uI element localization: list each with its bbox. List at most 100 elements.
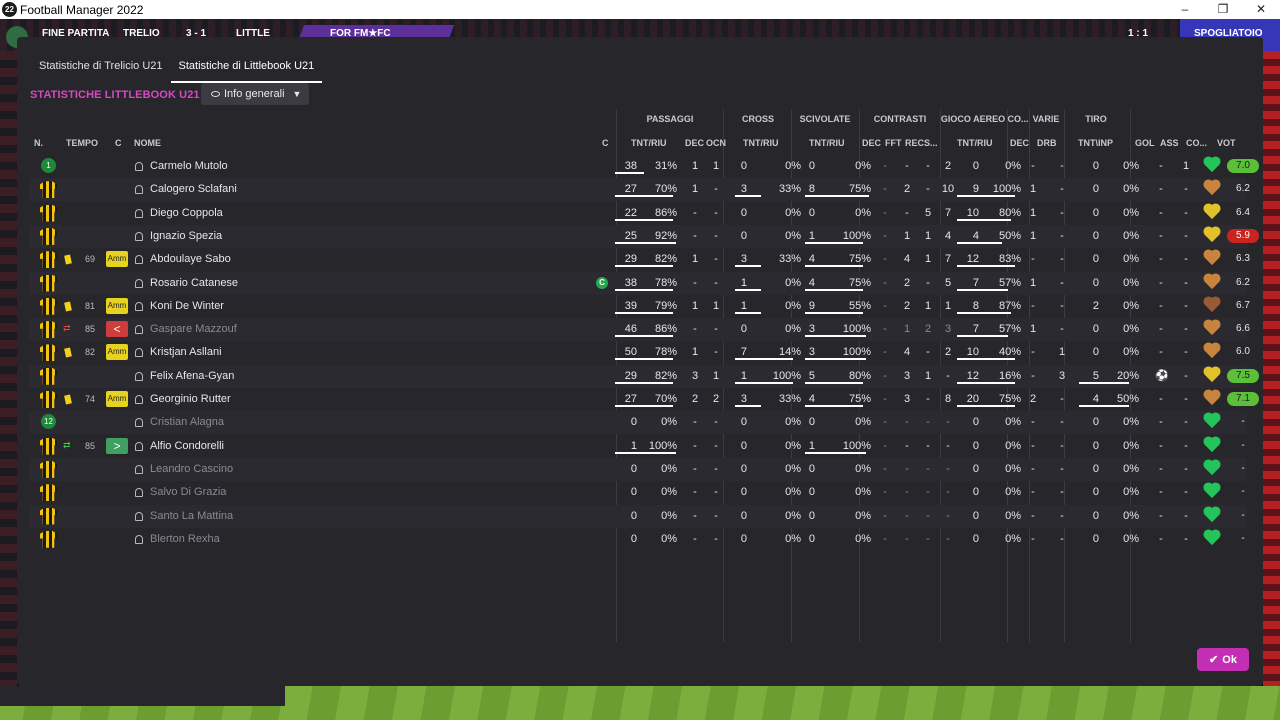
tackles-attempted: 4 (808, 393, 815, 405)
stat-bar (615, 335, 673, 338)
challenges-fouls: 1 (903, 229, 911, 242)
substitution-icon: ⇄ (63, 439, 71, 450)
headers-won-pct: 0% (1005, 416, 1021, 429)
close-window-button[interactable]: ✕ (1242, 0, 1280, 19)
group-header: VARIE (1032, 114, 1060, 124)
passes-decisive: - (693, 276, 697, 289)
table-row[interactable]: ⇄ 85 < Gaspare Mazzouf 46 86% - -0 0% 3 100% -1 2 3 7 5… (29, 318, 1250, 342)
ok-button[interactable]: ✔ Ok (1197, 648, 1249, 671)
goals: - (1159, 253, 1163, 266)
table-row[interactable]: 12 Cristian Alagna 0 0% - -0 0% 0 0% - - - -0 0% - -0 0%… (29, 411, 1247, 435)
column-header-sci-tr: TNT/RIU (809, 138, 845, 148)
player-name: Salvo Di Grazia (150, 486, 227, 499)
table-row[interactable]: 74 Amm Georginio Rutter 27 70% 2 2 3 33% 4 75% -3-8… (29, 388, 1259, 411)
challenges-recoveries: 2 (924, 323, 932, 336)
column-header-co-dec: DEC (1010, 138, 1030, 148)
shots-on-target-pct: 0% (1123, 229, 1139, 242)
stat-bar (735, 405, 761, 407)
crosses-completed-pct: 0% (785, 276, 801, 289)
maximize-button[interactable]: ❐ (1204, 0, 1242, 19)
table-row[interactable]: Diego Coppola 22 86% - -0 0% 0 0% - -5 7 10 80% 1-0 0%… (29, 202, 1250, 225)
table-row[interactable]: 82 Amm Kristjan Asllani 50 78% 1-7 14% 3 100% -4-… (29, 341, 1250, 364)
condition-heart-icon (1204, 507, 1220, 522)
stat-bar (957, 288, 1008, 291)
match-rating: - (1241, 416, 1245, 428)
team-kit-icon (40, 484, 57, 502)
ok-button-label: Ok (1222, 653, 1237, 666)
column-header-n: N. (34, 138, 43, 148)
column-header-con-fft: FFT (885, 138, 902, 148)
assists: - (1184, 462, 1188, 475)
player-profile-icon (135, 325, 143, 335)
stat-bar (735, 195, 761, 198)
match-rating: - (1241, 509, 1245, 521)
dribbles: - (1060, 439, 1064, 452)
table-row[interactable]: ⇄ 85 > Alfio Condorelli 1 100% - -0 0% 1 100% - - - -0… (29, 435, 1247, 458)
shots-attempted: 0 (1092, 462, 1099, 475)
passes-attempted: 25 (624, 229, 637, 242)
challenges-decisive: - (883, 532, 887, 545)
player-name: Cristian Alagna (150, 416, 224, 429)
stat-bar (957, 195, 1015, 198)
stat-bar (805, 405, 863, 407)
goalkeeper-number-badge: 12 (41, 414, 56, 430)
player-profile-icon (135, 208, 143, 218)
background-left (0, 51, 17, 720)
passes-decisive: 1 (691, 346, 699, 359)
stat-bar (957, 241, 1002, 244)
match-rating: 7.1 (1227, 392, 1259, 406)
table-row[interactable]: Felix Afena-Gyan 29 82% 3 1 1 100% 5 80% -3 1-12 16… (29, 364, 1259, 388)
table-row[interactable]: Santo La Mattina 0 0% - -0 0% 0 0% - - - -0 0% - -0 0% -… (29, 504, 1247, 528)
passes-completed-pct: 100% (648, 439, 677, 452)
passes-decisive: 1 (691, 160, 699, 172)
table-row[interactable]: Leandro Cascino 0 0% - -0 0% 0 0% - - - -0 0% - -0 0% - -… (29, 457, 1247, 481)
tackles-won-pct: 0% (855, 416, 871, 429)
headers-attempted: 0 (972, 486, 979, 499)
headers-won-pct: 40% (998, 346, 1021, 359)
condition-heart-icon (1204, 297, 1220, 312)
goals: - (1159, 509, 1163, 522)
shots-on-target-pct: 0% (1123, 532, 1139, 545)
headers-won-pct: 75% (998, 393, 1021, 405)
table-row[interactable]: 69 Amm Abdoulaye Sabo 29 82% 1-3 33% 4 75% -4 1 7 12… (29, 248, 1250, 271)
table-row[interactable]: Rosario Catanese C 38 78% - -1 0% 4 75% -2-5 7 57% 1… (29, 271, 1250, 295)
column-header-nome: NOME (134, 138, 161, 148)
assists: - (1184, 276, 1188, 289)
table-row[interactable]: 1 Carmelo Mutolo 38 31% 1 1 0 0% 0 0% - - -2 0 0% - -0 0%… (29, 155, 1259, 178)
condition-heart-icon (1204, 460, 1220, 475)
assists: - (1184, 486, 1188, 499)
column-header-con-s: S... (924, 138, 938, 148)
tackles-attempted: 8 (808, 183, 815, 196)
crosses-attempted: 3 (740, 183, 747, 196)
minimize-button[interactable]: – (1166, 0, 1204, 19)
passes-completed-pct: 0% (661, 509, 677, 522)
match-rating: 7.0 (1227, 159, 1259, 173)
condition-heart-icon (1204, 227, 1220, 242)
challenges-decisive: - (883, 346, 887, 359)
challenges-fouls: - (905, 532, 909, 545)
player-name: Alfio Condorelli (150, 439, 224, 452)
player-profile-icon (135, 441, 143, 451)
match-rating: - (1241, 486, 1245, 498)
minute-value: 81 (85, 300, 96, 311)
assists: - (1184, 393, 1188, 405)
minute-value: 85 (85, 440, 96, 451)
shots-attempted: 0 (1092, 509, 1099, 522)
challenges-s: 10 (941, 183, 955, 196)
passes-completed-pct: 82% (654, 253, 677, 266)
table-row[interactable]: 81 Amm Koni De Winter 39 79% 1 1 1 0% 9 55% -2 1 1 8 87… (29, 295, 1250, 318)
table-row[interactable]: Blerton Rexha 0 0% - -0 0% 0 0% - - - -0 0% - -0 0% - - - (29, 528, 1247, 551)
shots-attempted: 4 (1092, 393, 1099, 405)
table-row[interactable]: Ignazio Spezia 25 92% - -0 0% 1 100% -1 1 4 4 50% 1-0… (29, 224, 1259, 248)
challenges-recoveries: 1 (924, 369, 932, 382)
table-row[interactable]: Calogero Sclafani 27 70% 1-3 33% 8 75% -2-10 9 10… (29, 178, 1250, 202)
column-header-con-rec: REC (905, 138, 925, 148)
co-decisive: - (1031, 346, 1035, 359)
challenges-s: - (946, 462, 950, 475)
crosses-completed-pct: 100% (772, 369, 801, 382)
shots-on-target-pct: 0% (1123, 183, 1139, 196)
table-row[interactable]: Salvo Di Grazia 0 0% - -0 0% 0 0% - - - -0 0% - -0 0% - -… (29, 481, 1247, 504)
passes-completed-pct: 0% (661, 486, 677, 499)
challenges-decisive: - (883, 206, 887, 219)
stat-bar (957, 405, 1015, 407)
